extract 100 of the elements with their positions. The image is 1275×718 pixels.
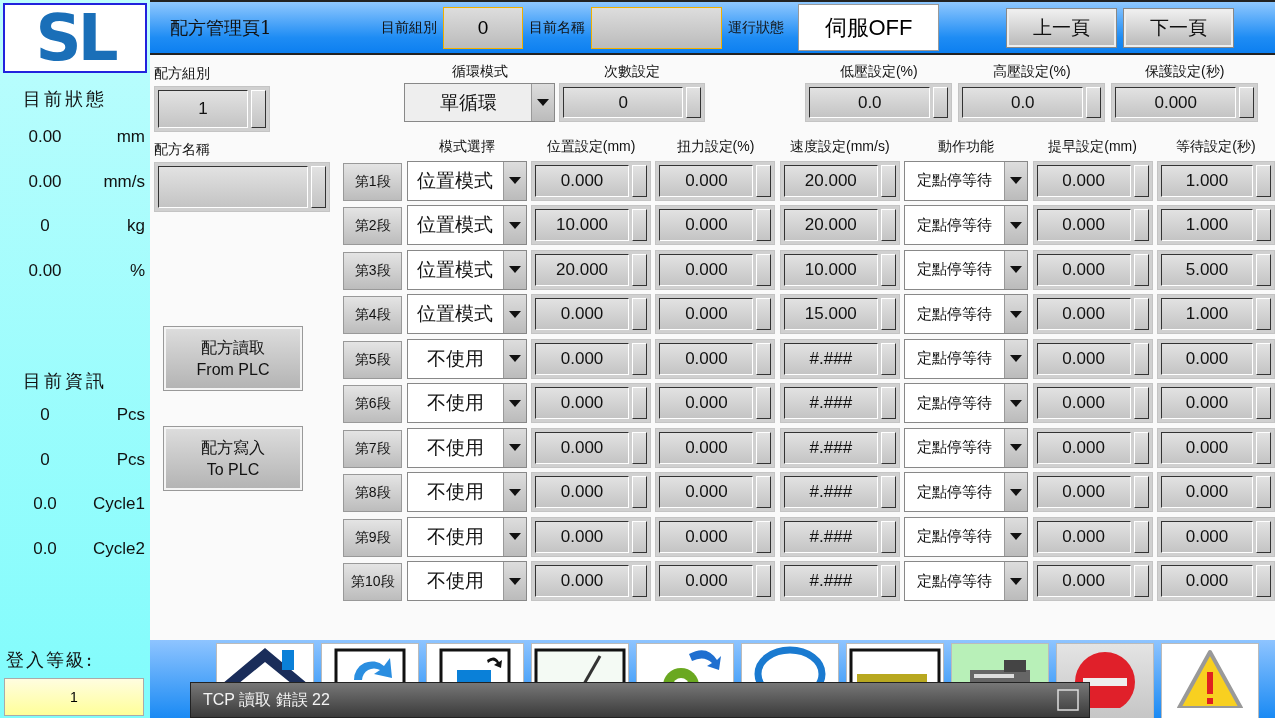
torque-field[interactable]: 0.000	[655, 160, 776, 201]
group-display: 0	[443, 6, 523, 49]
early-field[interactable]: 0.000	[1032, 160, 1153, 201]
early-field[interactable]: 0.000	[1032, 516, 1153, 557]
login-level-field[interactable]: 1	[4, 678, 144, 716]
position-field[interactable]: 0.000	[531, 294, 652, 334]
early-field[interactable]: 0.000	[1032, 427, 1153, 468]
mode-dropdown[interactable]: 位置模式	[406, 249, 527, 290]
mode-dropdown[interactable]: 不使用	[406, 427, 527, 468]
position-field[interactable]: 0.000	[531, 160, 652, 201]
mode-dropdown[interactable]: 不使用	[406, 561, 527, 601]
position-field[interactable]: 0.000	[531, 427, 652, 468]
early-field[interactable]: 0.000	[1032, 472, 1153, 512]
step-label: 第8段	[343, 474, 403, 512]
reading-value: 0.00	[28, 260, 62, 281]
torque-field[interactable]: 0.000	[655, 427, 776, 468]
torque-field[interactable]: 0.000	[655, 249, 776, 290]
position-field[interactable]: 20.000	[531, 249, 652, 290]
column-header: 速度設定(mm/s)	[789, 138, 891, 156]
torque-field[interactable]: 0.000	[655, 561, 776, 601]
torque-field[interactable]: 0.000	[655, 472, 776, 512]
speed-field[interactable]: #.###	[779, 427, 900, 468]
speed-field[interactable]: 10.000	[779, 249, 900, 290]
caret-icon	[1010, 310, 1023, 318]
mode-dropdown[interactable]: 位置模式	[406, 160, 527, 201]
count-field[interactable]: 0	[559, 83, 706, 122]
action-dropdown[interactable]: 定點停等待	[904, 205, 1029, 245]
torque-field[interactable]: 0.000	[655, 338, 776, 379]
reading-unit: mm	[116, 127, 145, 148]
column-header: 扭力設定(%)	[675, 138, 756, 156]
page-button[interactable]: 下一頁	[1124, 8, 1233, 47]
setting-field[interactable]: 0.000	[1111, 83, 1259, 122]
step-label: 第3段	[343, 251, 403, 290]
field-label: 循環模式	[451, 63, 508, 81]
wait-field[interactable]: 0.000	[1157, 427, 1275, 468]
action-dropdown[interactable]: 定點停等待	[904, 338, 1029, 379]
caret-icon	[1010, 177, 1023, 184]
early-field[interactable]: 0.000	[1032, 383, 1153, 423]
caret-icon	[508, 399, 521, 407]
action-dropdown[interactable]: 定點停等待	[904, 383, 1029, 423]
name-field[interactable]	[154, 162, 330, 212]
section-title: 目前狀態	[22, 87, 108, 111]
wait-field[interactable]: 0.000	[1157, 472, 1275, 512]
speed-field[interactable]: 15.000	[779, 294, 900, 334]
group-field[interactable]: 1	[154, 86, 270, 132]
torque-field[interactable]: 0.000	[655, 294, 776, 334]
early-field[interactable]: 0.000	[1032, 205, 1153, 245]
read-recipe-button[interactable]: 配方讀取 From PLC	[164, 327, 302, 390]
wait-field[interactable]: 0.000	[1157, 383, 1275, 423]
action-dropdown[interactable]: 定點停等待	[904, 561, 1029, 601]
position-field[interactable]: 0.000	[531, 516, 652, 557]
wait-field[interactable]: 5.000	[1157, 249, 1275, 290]
page-button[interactable]: 上一頁	[1007, 8, 1116, 47]
action-dropdown[interactable]: 定點停等待	[904, 472, 1029, 512]
wait-field[interactable]: 1.000	[1157, 294, 1275, 334]
mode-dropdown[interactable]: 不使用	[406, 383, 527, 423]
mode-dropdown[interactable]: 不使用	[406, 472, 527, 512]
early-field[interactable]: 0.000	[1032, 294, 1153, 334]
action-dropdown[interactable]: 定點停等待	[904, 160, 1029, 201]
caret-icon	[508, 533, 521, 540]
speed-field[interactable]: 20.000	[779, 160, 900, 201]
speed-field[interactable]: 20.000	[779, 205, 900, 245]
action-dropdown[interactable]: 定點停等待	[904, 516, 1029, 557]
mode-dropdown[interactable]: 不使用	[406, 516, 527, 557]
position-field[interactable]: 0.000	[531, 383, 652, 423]
step-label: 第4段	[343, 296, 403, 334]
setting-field[interactable]: 0.0	[958, 83, 1106, 122]
speed-field[interactable]: #.###	[779, 338, 900, 379]
count-value: 0.0	[33, 538, 57, 559]
action-dropdown[interactable]: 定點停等待	[904, 427, 1029, 468]
early-field[interactable]: 0.000	[1032, 561, 1153, 601]
write-recipe-button[interactable]: 配方寫入 To PLC	[164, 427, 302, 490]
wait-field[interactable]: 0.000	[1157, 338, 1275, 379]
action-dropdown[interactable]: 定點停等待	[904, 294, 1029, 334]
cycle-mode-dropdown[interactable]: 單循環	[404, 83, 556, 122]
position-field[interactable]: 0.000	[531, 338, 652, 379]
position-field[interactable]: 0.000	[531, 561, 652, 601]
field-label: 高壓設定(%)	[992, 63, 1071, 81]
mode-dropdown[interactable]: 位置模式	[406, 294, 527, 334]
speed-field[interactable]: #.###	[779, 383, 900, 423]
mode-dropdown[interactable]: 不使用	[406, 338, 527, 379]
wait-field[interactable]: 1.000	[1157, 160, 1275, 201]
torque-field[interactable]: 0.000	[655, 516, 776, 557]
mode-dropdown[interactable]: 位置模式	[406, 205, 527, 245]
checkbox-icon[interactable]	[1057, 689, 1079, 711]
position-field[interactable]: 0.000	[531, 472, 652, 512]
torque-field[interactable]: 0.000	[655, 383, 776, 423]
speed-field[interactable]: #.###	[779, 561, 900, 601]
speed-field[interactable]: #.###	[779, 516, 900, 557]
logo: SL	[3, 3, 147, 73]
action-dropdown[interactable]: 定點停等待	[904, 249, 1029, 290]
early-field[interactable]: 0.000	[1032, 338, 1153, 379]
wait-field[interactable]: 1.000	[1157, 205, 1275, 245]
wait-field[interactable]: 0.000	[1157, 561, 1275, 601]
setting-field[interactable]: 0.0	[805, 83, 953, 122]
position-field[interactable]: 10.000	[531, 205, 652, 245]
wait-field[interactable]: 0.000	[1157, 516, 1275, 557]
speed-field[interactable]: #.###	[779, 472, 900, 512]
early-field[interactable]: 0.000	[1032, 249, 1153, 290]
torque-field[interactable]: 0.000	[655, 205, 776, 245]
